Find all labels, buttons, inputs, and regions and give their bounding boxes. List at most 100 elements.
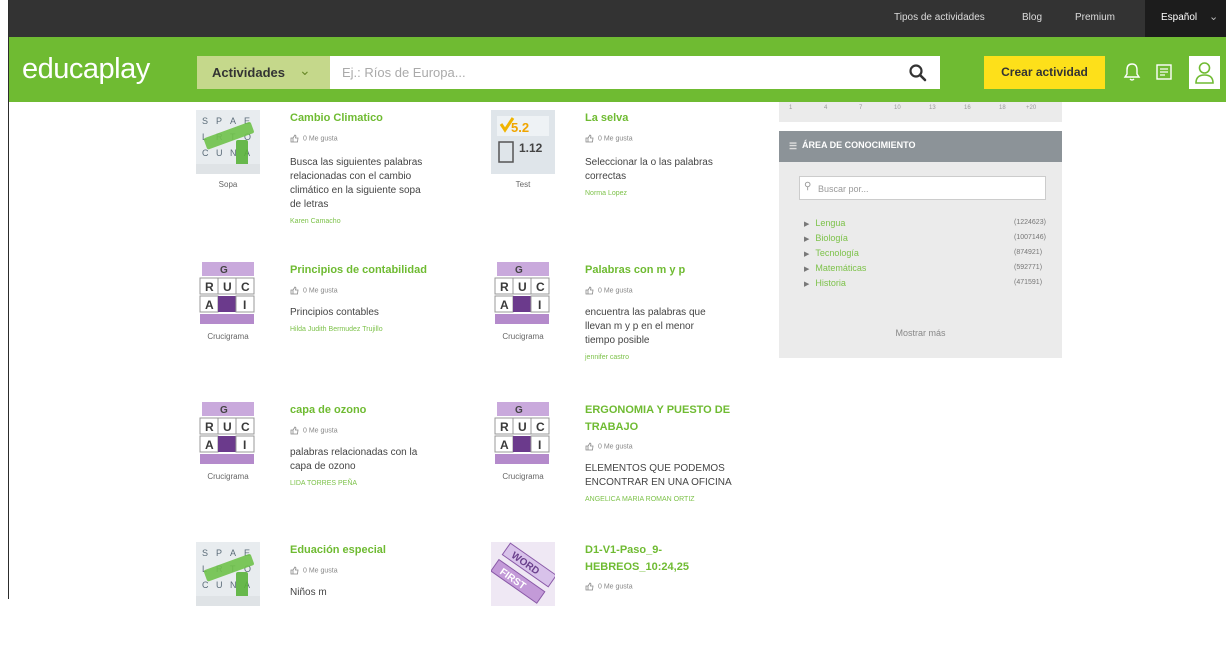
activity-description: capa de ozono bbox=[290, 461, 356, 472]
svg-text:1.12: 1.12 bbox=[519, 141, 543, 155]
thumbs-up-icon[interactable] bbox=[290, 566, 299, 575]
category-label: Actividades bbox=[212, 65, 285, 80]
chevron-down-icon: ⌄ bbox=[1209, 11, 1219, 23]
bell-icon[interactable] bbox=[1121, 61, 1143, 83]
activity-card[interactable]: G R U C A I Crucigrama capa de ozono 0 Me … bbox=[196, 402, 456, 532]
activity-title[interactable]: capa de ozono bbox=[290, 402, 366, 419]
knowledge-area-title: ÁREA DE CONOCIMIENTO bbox=[802, 140, 916, 150]
subject-count: (1224623) bbox=[1014, 219, 1046, 226]
activity-author[interactable]: Norma Lopez bbox=[585, 190, 627, 197]
link-premium[interactable]: Premium bbox=[1075, 12, 1115, 23]
svg-text:R: R bbox=[205, 280, 214, 294]
activity-title-line2[interactable]: HEBREOS_10:24,25 bbox=[585, 559, 689, 576]
activity-author[interactable]: Karen Camacho bbox=[290, 218, 341, 225]
subject-count: (874921) bbox=[1014, 249, 1043, 256]
age-tick: 4 bbox=[824, 105, 828, 111]
activity-author[interactable]: Hilda Judith Bermudez Trujillo bbox=[290, 326, 383, 333]
activity-description: palabras relacionadas con la bbox=[290, 447, 418, 458]
activity-title-line2[interactable]: TRABAJO bbox=[585, 419, 638, 436]
thumbs-up-icon[interactable] bbox=[290, 426, 299, 435]
caret-right-icon: ▶ bbox=[804, 236, 810, 243]
activity-author[interactable]: LIDA TORRES PEÑA bbox=[290, 480, 357, 487]
activity-card[interactable]: G R U C A I Crucigrama Principios de cont… bbox=[196, 262, 456, 392]
activity-description: correctas bbox=[585, 171, 627, 182]
activity-title[interactable]: Eduación especial bbox=[290, 542, 386, 559]
thumbs-up-icon[interactable] bbox=[585, 442, 594, 451]
svg-text:U: U bbox=[518, 280, 527, 294]
subject-count: (1007146) bbox=[1014, 234, 1046, 241]
search-box bbox=[330, 56, 940, 89]
caret-right-icon: ▶ bbox=[804, 221, 810, 228]
activity-type-label: Crucigrama bbox=[502, 472, 544, 481]
activity-title[interactable]: La selva bbox=[585, 110, 628, 127]
search-icon[interactable] bbox=[908, 63, 928, 83]
activity-author[interactable]: ANGELICA MARIA ROMAN ORTIZ bbox=[585, 496, 695, 503]
svg-text:P: P bbox=[216, 548, 222, 558]
create-activity-label: Crear actividad bbox=[1001, 65, 1088, 79]
link-blog[interactable]: Blog bbox=[1022, 12, 1042, 23]
show-more-link[interactable]: Mostrar más bbox=[779, 328, 1062, 338]
svg-text:U: U bbox=[216, 148, 223, 158]
subject-name: Tecnología bbox=[815, 248, 859, 258]
subject-name: Historia bbox=[815, 278, 846, 288]
activity-author[interactable]: jennifer castro bbox=[585, 354, 629, 361]
activity-title[interactable]: ERGONOMIA Y PUESTO DE bbox=[585, 402, 730, 419]
activity-title[interactable]: Principios de contabilidad bbox=[290, 262, 427, 279]
activity-description: de letras bbox=[290, 199, 329, 210]
thumbs-up-icon[interactable] bbox=[585, 134, 594, 143]
thumbs-up-icon[interactable] bbox=[290, 134, 299, 143]
activity-title[interactable]: Cambio Climatico bbox=[290, 110, 383, 127]
activity-type-label: Sopa bbox=[218, 180, 238, 189]
svg-text:U: U bbox=[518, 420, 527, 434]
search-icon: ⚲ bbox=[804, 181, 812, 192]
language-selector[interactable]: Español ⌄ bbox=[1145, 0, 1226, 37]
svg-text:U: U bbox=[223, 280, 232, 294]
activity-type-label: Test bbox=[515, 180, 531, 189]
logo-part-2: play bbox=[98, 53, 151, 85]
category-dropdown[interactable]: Actividades ⌄ bbox=[197, 56, 330, 89]
svg-text:A: A bbox=[205, 298, 214, 312]
svg-text:I: I bbox=[538, 438, 541, 452]
svg-text:I: I bbox=[243, 298, 246, 312]
activity-description: Seleccionar la o las palabras bbox=[585, 157, 713, 168]
subject-item[interactable]: ▶ Tecnología (874921) bbox=[804, 248, 1064, 258]
svg-text:C: C bbox=[536, 280, 545, 294]
subject-item[interactable]: ▶ Matemáticas (592771) bbox=[804, 263, 1064, 273]
subject-name: Matemáticas bbox=[815, 263, 867, 273]
activity-card[interactable]: 5.2 1.12 Test La selva 0 Me gusta Seleccion… bbox=[491, 110, 751, 240]
age-tick: 13 bbox=[929, 105, 936, 111]
thumbs-up-icon[interactable] bbox=[290, 286, 299, 295]
activity-card[interactable]: SPAE LRTO CUNA Eduación especial0 Me gus… bbox=[196, 542, 456, 672]
knowledge-area-header[interactable]: ☰ ÁREA DE CONOCIMIENTO bbox=[779, 131, 1062, 162]
svg-text:C: C bbox=[202, 580, 209, 590]
activity-card[interactable]: WORD FIRST D1-V1-Paso_9- HEBREOS_10:24,25… bbox=[491, 542, 751, 672]
age-tick: 10 bbox=[894, 105, 901, 111]
link-activity-types[interactable]: Tipos de actividades bbox=[894, 12, 985, 23]
main-navbar: educaplay Actividades ⌄ Crear actividad bbox=[9, 37, 1226, 102]
word-game-thumbnail: WORD FIRST bbox=[491, 542, 555, 606]
activity-title[interactable]: Palabras con m y p bbox=[585, 262, 685, 279]
subject-item[interactable]: ▶ Historia (471591) bbox=[804, 278, 1064, 288]
subject-item[interactable]: ▶ Biología (1007146) bbox=[804, 233, 1064, 243]
messages-icon[interactable] bbox=[1153, 61, 1175, 83]
subject-item[interactable]: ▶ Lengua (1224623) bbox=[804, 218, 1064, 228]
crossword-thumbnail: G R U C A I bbox=[196, 402, 260, 466]
activity-card[interactable]: G R U C A I Crucigrama Palabras con m y p… bbox=[491, 262, 751, 392]
activity-card[interactable]: G R U C A I Crucigrama ERGONOMIA Y PUESTO… bbox=[491, 402, 751, 532]
thumbs-up-icon[interactable] bbox=[585, 286, 594, 295]
user-account-button[interactable] bbox=[1189, 56, 1220, 89]
quiz-thumbnail: 5.2 1.12 bbox=[491, 110, 555, 174]
educaplay-logo[interactable]: educaplay bbox=[22, 53, 150, 86]
thumbs-up-icon[interactable] bbox=[585, 582, 594, 591]
search-input[interactable] bbox=[336, 56, 908, 89]
activity-title[interactable]: D1-V1-Paso_9- bbox=[585, 542, 662, 559]
subject-filter-input[interactable] bbox=[816, 177, 1040, 201]
likes-label: 0 Me gusta bbox=[303, 427, 338, 435]
svg-text:G: G bbox=[515, 265, 523, 276]
chevron-down-icon: ⌄ bbox=[299, 62, 311, 78]
subject-name: Lengua bbox=[815, 218, 846, 228]
create-activity-button[interactable]: Crear actividad bbox=[984, 56, 1105, 89]
activity-card[interactable]: SPAE LRTO CUNA SopaCambio Climatico0 Me … bbox=[196, 110, 456, 240]
svg-text:R: R bbox=[205, 420, 214, 434]
likes-label: 0 Me gusta bbox=[303, 567, 338, 575]
